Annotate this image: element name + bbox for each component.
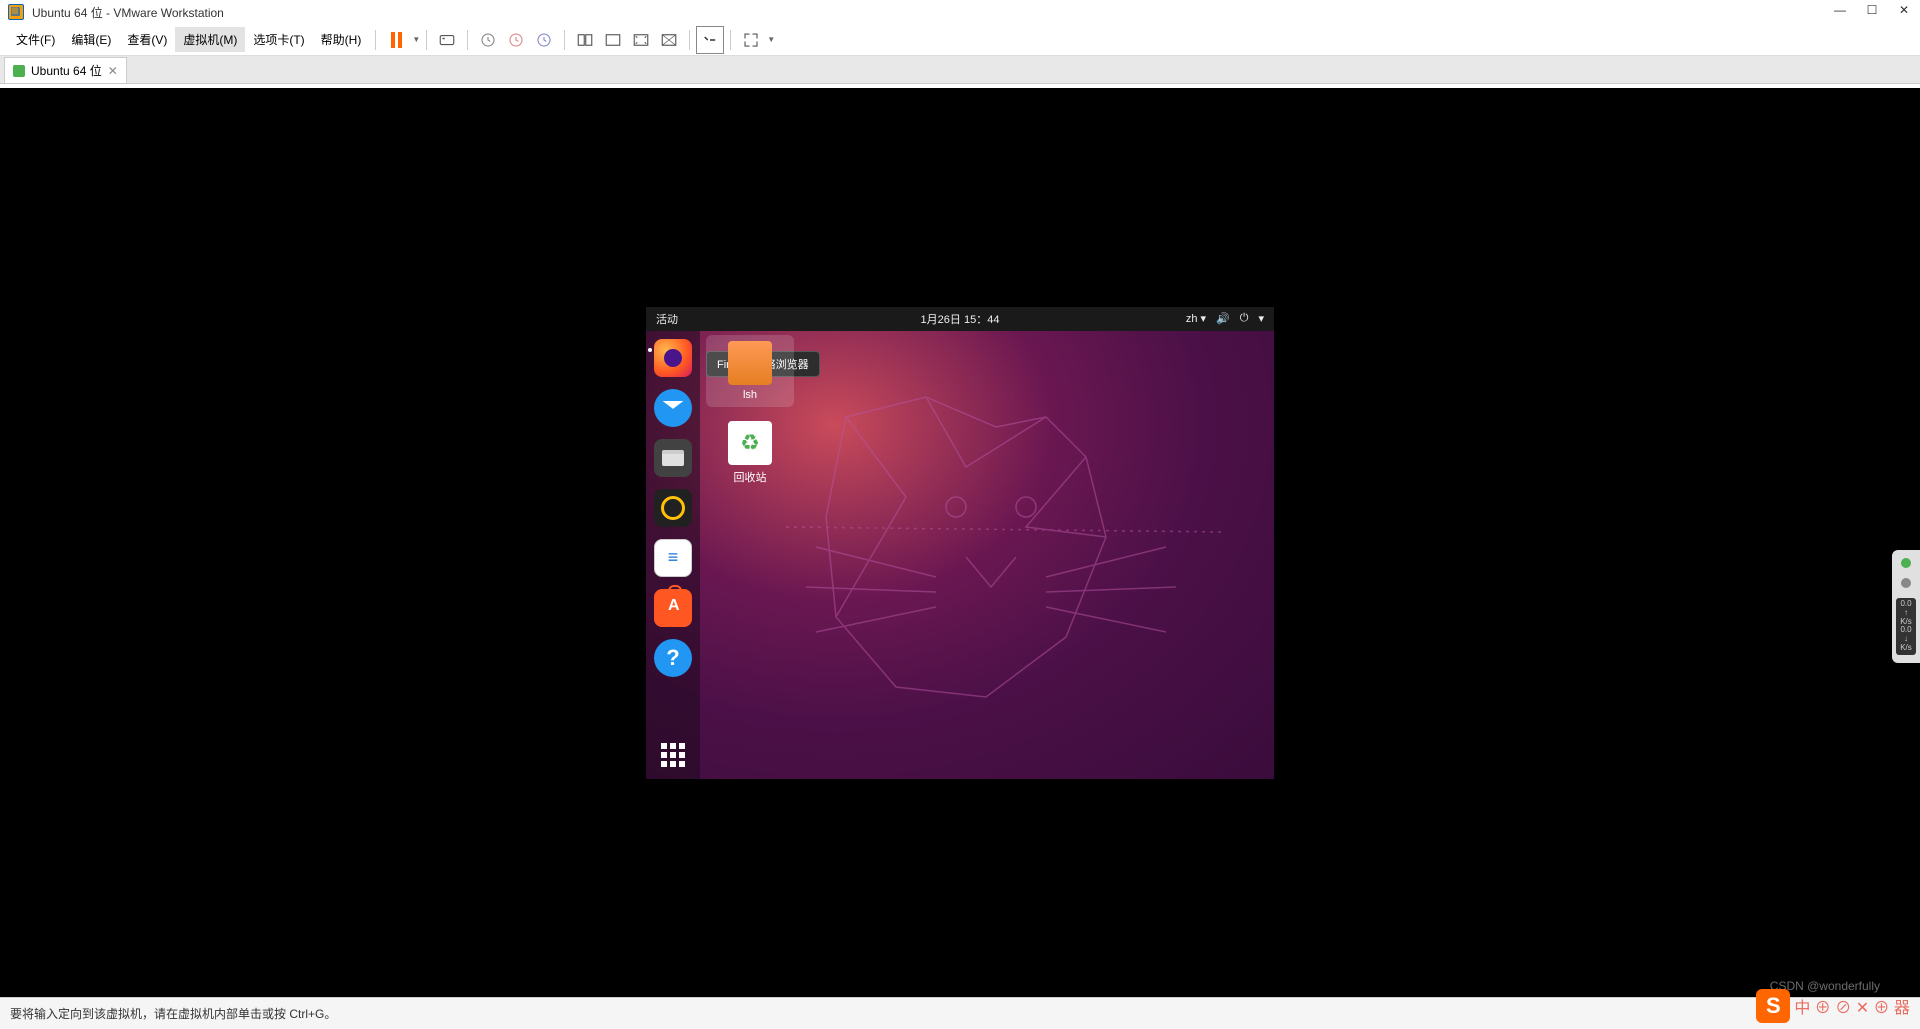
vm-tab[interactable]: Ubuntu 64 位 ✕ <box>4 57 127 83</box>
menu-help[interactable]: 帮助(H) <box>313 27 370 52</box>
vmware-app-icon <box>8 4 24 20</box>
window-title: Ubuntu 64 位 - VMware Workstation <box>32 4 224 21</box>
net-up-dot-icon <box>1901 558 1911 568</box>
system-menu-arrow-icon[interactable]: ▾ <box>1258 312 1264 325</box>
vm-tab-icon <box>13 65 25 77</box>
quick-switch-button[interactable] <box>696 26 724 54</box>
menu-vm[interactable]: 虚拟机(M) <box>175 27 245 52</box>
sogou-icon[interactable]: S <box>1756 989 1790 1023</box>
minimize-button[interactable]: — <box>1832 2 1848 18</box>
net-down-dot-icon <box>1901 578 1911 588</box>
window-controls: — ☐ ✕ <box>1832 2 1912 18</box>
desktop-trash[interactable]: 回收站 <box>706 421 794 485</box>
dock-help-icon[interactable]: ? <box>654 639 692 677</box>
fullscreen-dropdown-icon[interactable]: ▼ <box>767 35 775 44</box>
dock-software-icon[interactable] <box>654 589 692 627</box>
separator <box>467 30 468 50</box>
vm-tab-label: Ubuntu 64 位 <box>31 62 102 79</box>
separator <box>426 30 427 50</box>
network-widget[interactable]: 0.0↑ K/s 0.0↓ K/s <box>1892 550 1920 663</box>
ime-indicator[interactable]: zh ▾ <box>1186 312 1206 325</box>
volume-icon[interactable]: 🔊 <box>1216 312 1230 325</box>
wallpaper-art <box>786 377 1226 757</box>
dock-libreoffice-writer-icon[interactable] <box>654 539 692 577</box>
menubar: 文件(F) 编辑(E) 查看(V) 虚拟机(M) 选项卡(T) 帮助(H) ▼ … <box>0 24 1920 56</box>
view-stretch-button[interactable] <box>627 26 655 54</box>
menu-edit[interactable]: 编辑(E) <box>63 27 119 52</box>
desktop-folder-label: lsh <box>706 389 794 401</box>
ime-overlay[interactable]: S 中 ⊕ ⊘ ✕ ⊕ 器 <box>1756 989 1910 1023</box>
menu-file[interactable]: 文件(F) <box>8 27 63 52</box>
activities-button[interactable]: 活动 <box>656 311 678 327</box>
status-hint: 要将输入定向到该虚拟机，请在虚拟机内部单击或按 Ctrl+G。 <box>10 1005 336 1022</box>
vm-viewport[interactable]: 活动 1月26日 15：44 zh ▾ 🔊 ⏻ ▾ <box>0 88 1920 997</box>
maximize-button[interactable]: ☐ <box>1864 2 1880 18</box>
dock-thunderbird-icon[interactable] <box>654 389 692 427</box>
view-single-button[interactable] <box>571 26 599 54</box>
menu-tabs[interactable]: 选项卡(T) <box>245 27 312 52</box>
statusbar: 要将输入定向到该虚拟机，请在虚拟机内部单击或按 Ctrl+G。 <box>0 997 1920 1029</box>
dock-rhythmbox-icon[interactable] <box>654 489 692 527</box>
dock-firefox-icon[interactable] <box>654 339 692 377</box>
snapshot-revert-button[interactable] <box>502 26 530 54</box>
trash-icon <box>728 421 772 465</box>
separator <box>730 30 731 50</box>
pause-button[interactable] <box>382 26 410 54</box>
fullscreen-button[interactable] <box>737 26 765 54</box>
gnome-top-bar: 活动 1月26日 15：44 zh ▾ 🔊 ⏻ ▾ <box>646 307 1274 331</box>
view-unity-button[interactable] <box>655 26 683 54</box>
send-ctrl-alt-del-button[interactable] <box>433 26 461 54</box>
power-dropdown-icon[interactable]: ▼ <box>412 35 420 44</box>
ime-overlay-text[interactable]: 中 ⊕ ⊘ ✕ ⊕ 器 <box>1794 994 1910 1018</box>
desktop-folder-lsh[interactable]: lsh <box>706 335 794 407</box>
close-button[interactable]: ✕ <box>1896 2 1912 18</box>
separator <box>689 30 690 50</box>
snapshot-take-button[interactable] <box>474 26 502 54</box>
desktop-trash-label: 回收站 <box>706 469 794 485</box>
titlebar: Ubuntu 64 位 - VMware Workstation — ☐ ✕ <box>0 0 1920 24</box>
power-icon[interactable]: ⏻ <box>1240 312 1249 325</box>
menu-view[interactable]: 查看(V) <box>119 27 175 52</box>
snapshot-manager-button[interactable] <box>530 26 558 54</box>
ubuntu-desktop[interactable]: 活动 1月26日 15：44 zh ▾ 🔊 ⏻ ▾ <box>646 307 1274 779</box>
clock[interactable]: 1月26日 15：44 <box>921 311 1000 327</box>
separator <box>375 30 376 50</box>
view-console-button[interactable] <box>599 26 627 54</box>
separator <box>564 30 565 50</box>
ubuntu-dock: ? <box>646 331 700 779</box>
dock-show-apps-icon[interactable] <box>661 743 685 767</box>
dock-files-icon[interactable] <box>654 439 692 477</box>
net-rates: 0.0↑ K/s 0.0↓ K/s <box>1896 598 1916 655</box>
tabbar: Ubuntu 64 位 ✕ <box>0 56 1920 84</box>
tab-close-icon[interactable]: ✕ <box>108 64 118 78</box>
folder-icon <box>728 341 772 385</box>
